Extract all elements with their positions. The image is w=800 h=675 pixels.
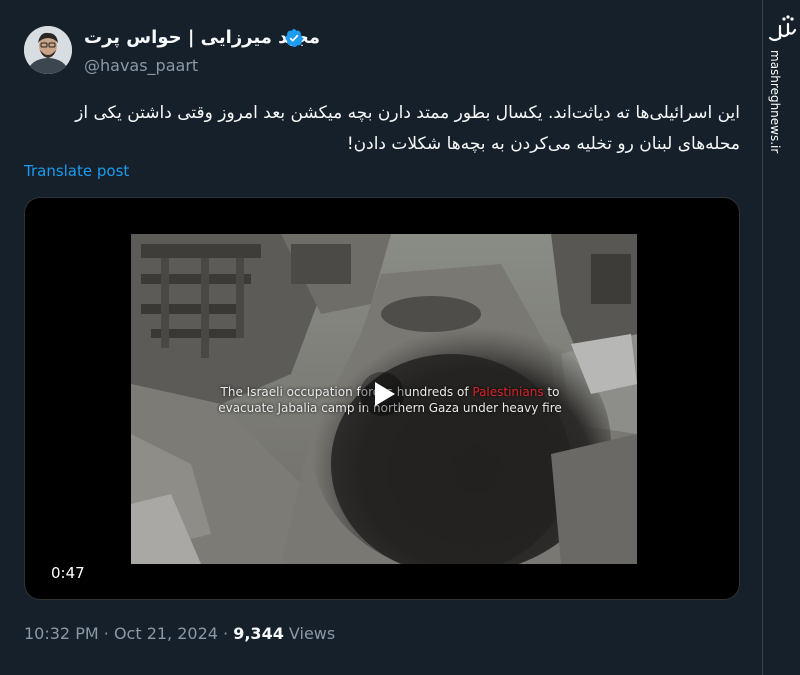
video-caption-prefix: The Israeli occupation forces hundreds o…: [220, 385, 469, 399]
post-text: این اسرائیلی‌ها ته دیاثت‌اند. یکسال بطور…: [75, 103, 740, 154]
author-handle[interactable]: @havas_paart: [84, 56, 198, 75]
meta-separator-2: ·: [223, 624, 229, 643]
translate-post-link[interactable]: Translate post: [24, 162, 129, 180]
views-count: 9,344: [233, 624, 284, 643]
video-duration: 0:47: [51, 564, 85, 582]
play-icon[interactable]: [359, 371, 405, 417]
watermark-site: mashreghnews.ir: [768, 50, 782, 154]
post-date[interactable]: Oct 21, 2024: [114, 624, 218, 643]
post-metadata: 10:32 PM · Oct 21, 2024 · 9,344 Views: [24, 624, 335, 643]
meta-separator: ·: [103, 624, 109, 643]
column-divider: [762, 0, 763, 675]
views-label: Views: [288, 624, 336, 643]
post-time[interactable]: 10:32 PM: [24, 624, 99, 643]
verified-badge-icon: [285, 29, 304, 47]
avatar[interactable]: [24, 26, 72, 74]
mashregh-logo: [768, 15, 797, 42]
tweet-card: مجید میرزایی | حواس پرت @havas_paart این…: [0, 0, 762, 675]
video-player[interactable]: The Israeli occupation forces hundreds o…: [24, 197, 740, 600]
video-caption-highlight: Palestinians: [472, 385, 544, 399]
